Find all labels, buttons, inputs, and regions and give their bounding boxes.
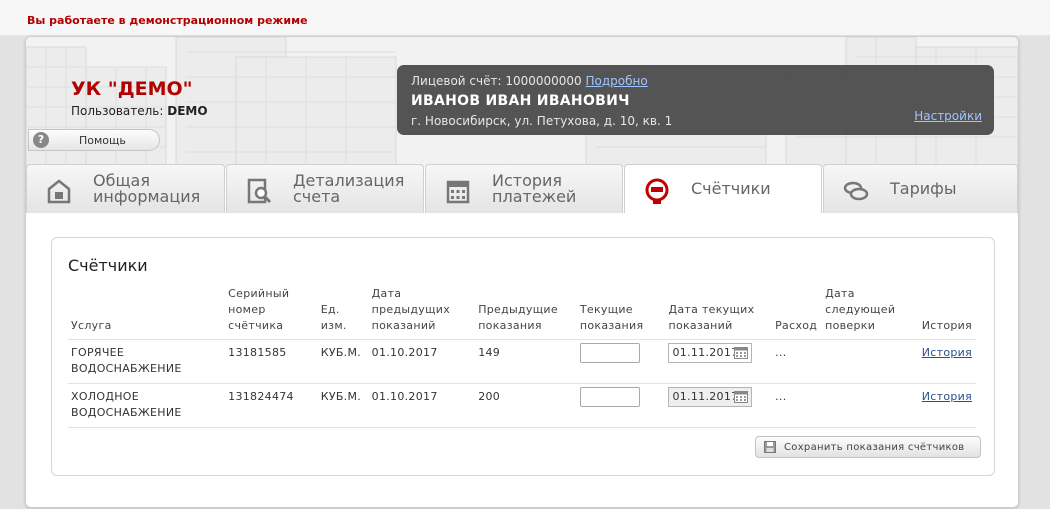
calendar-icon[interactable] (734, 347, 749, 359)
next-check-cell (822, 339, 919, 384)
save-readings-label: Сохранить показания счётчиков (784, 442, 965, 453)
account-number: Лицевой счёт: 1000000000 (411, 74, 582, 88)
meter-icon (645, 178, 669, 204)
current-date-value: 01.11.2017 (672, 346, 739, 359)
tab-label: Тарифы (890, 179, 957, 198)
prev-value-cell: 200 (475, 383, 577, 428)
demo-mode-banner: Вы работаете в демонстрационном режиме (0, 0, 1050, 36)
question-icon: ? (33, 132, 49, 148)
organization-title: УК "ДЕМО" (71, 78, 193, 100)
col-current-date: Дата текущих показаний (665, 282, 773, 340)
current-value-cell (576, 339, 666, 384)
current-date-value: 01.11.2017 (672, 390, 739, 403)
col-prev-date: Дата предыдущих показаний (368, 282, 476, 340)
account-address: г. Новосибирск, ул. Петухова, д. 10, кв.… (411, 114, 673, 128)
user-label: Пользователь: (71, 104, 164, 118)
table-row: ГОРЯЧЕЕ ВОДОСНАБЖЕНИЕ 13181585 КУБ.М. 01.… (68, 339, 976, 384)
current-date-field[interactable]: 01.11.2017 (668, 387, 753, 407)
service-cell: ГОРЯЧЕЕ ВОДОСНАБЖЕНИЕ (68, 339, 226, 384)
tab-bill-details[interactable]: Детализация счета (226, 164, 424, 213)
consumption-cell: ... (772, 339, 823, 384)
current-value-input[interactable] (579, 387, 640, 407)
demo-mode-text: Вы работаете в демонстрационном режиме (27, 14, 308, 27)
col-service: Услуга (68, 282, 226, 340)
col-unit: Ед. изм. (317, 282, 369, 340)
col-next-check: Дата следующей поверки (822, 282, 919, 340)
table-row: ХОЛОДНОЕ ВОДОСНАБЖЕНИЕ 131824474 КУБ.М. 0… (68, 383, 976, 428)
account-holder-name: ИВАНОВ ИВАН ИВАНОВИЧ (411, 93, 630, 109)
floppy-disk-icon (764, 441, 776, 453)
history-link[interactable]: История (922, 346, 972, 359)
tab-payment-history[interactable]: История платежей (425, 164, 623, 213)
service-cell: ХОЛОДНОЕ ВОДОСНАБЖЕНИЕ (68, 383, 226, 428)
help-label: Помощь (79, 134, 126, 147)
col-serial: Серийный номер счётчика (225, 282, 318, 340)
current-value-input[interactable] (579, 343, 640, 363)
help-button[interactable]: ? Помощь (28, 129, 160, 151)
col-prev-value: Предыдущие показания (475, 282, 577, 340)
serial-cell: 13181585 (225, 339, 318, 384)
save-readings-button[interactable]: Сохранить показания счётчиков (755, 436, 981, 458)
history-link[interactable]: История (922, 390, 972, 403)
house-icon (47, 179, 71, 204)
current-date-field[interactable]: 01.11.2017 (668, 343, 753, 363)
tab-meters[interactable]: Счётчики (624, 164, 822, 213)
col-current-value: Текущие показания (576, 282, 666, 340)
account-number-line: Лицевой счёт: 1000000000 Подробно (411, 74, 648, 88)
history-cell: История (918, 339, 976, 384)
consumption-cell: ... (772, 383, 823, 428)
prev-value-cell: 149 (475, 339, 577, 384)
main-frame: УК "ДЕМО" Пользователь: DEMO ? Помощь Ли… (25, 36, 1019, 508)
prev-date-cell: 01.10.2017 (368, 383, 476, 428)
serial-cell: 131824474 (225, 383, 318, 428)
meters-table: Услуга Серийный номер счётчика Ед. изм. Дат… (68, 282, 976, 428)
current-date-cell: 01.11.2017 (665, 339, 773, 384)
user-name: DEMO (167, 104, 208, 118)
prev-date-cell: 01.10.2017 (368, 339, 476, 384)
tab-label: Детализация счета (293, 171, 405, 206)
calendar-icon[interactable] (734, 391, 749, 403)
tab-label: Общая информация (93, 171, 201, 206)
table-header-row: Услуга Серийный номер счётчика Ед. изм. Дат… (68, 282, 976, 340)
history-cell: История (918, 383, 976, 428)
document-search-icon (247, 178, 272, 204)
section-title: Счётчики (68, 256, 148, 275)
tab-general-info[interactable]: Общая информация (26, 164, 225, 213)
account-panel: Лицевой счёт: 1000000000 Подробно ИВАНОВ… (397, 65, 994, 135)
user-info: Пользователь: DEMO (71, 104, 208, 118)
main-tabs: Общая информация Детализация счета Истор… (26, 164, 1018, 213)
col-history: История (918, 282, 976, 340)
tab-label: Счётчики (691, 179, 771, 198)
tab-label: История платежей (492, 171, 577, 206)
col-consumption: Расход (772, 282, 823, 340)
unit-cell: КУБ.М. (317, 383, 369, 428)
meters-panel: Счётчики Услуга Серийный номер счётчика Ед… (51, 237, 995, 476)
unit-cell: КУБ.М. (317, 339, 369, 384)
coins-icon (843, 181, 869, 201)
next-check-cell (822, 383, 919, 428)
account-details-link[interactable]: Подробно (586, 74, 648, 88)
tab-tariffs[interactable]: Тарифы (823, 164, 1018, 213)
settings-link[interactable]: Настройки (914, 109, 982, 123)
current-date-cell: 01.11.2017 (665, 383, 773, 428)
calendar-icon (446, 180, 470, 204)
current-value-cell (576, 383, 666, 428)
